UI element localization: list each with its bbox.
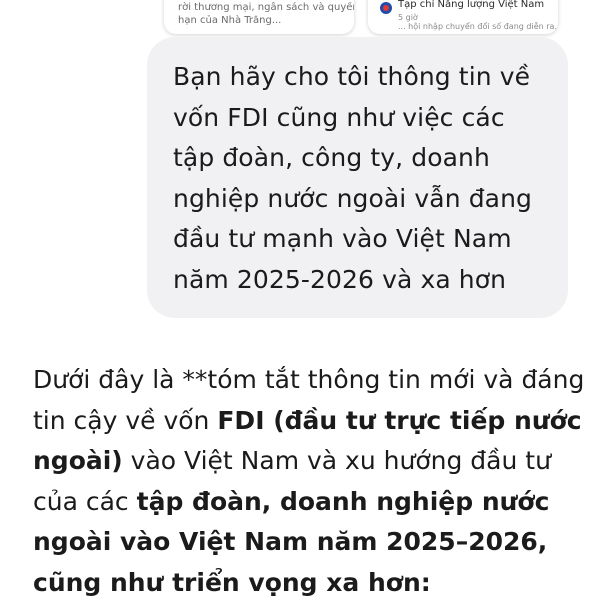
assistant-message: Dưới đây là **tóm tắt thông tin mới và đ… [33,360,593,603]
source-card-time: 5 giờ [398,13,418,22]
user-message-bubble[interactable]: Bạn hãy cho tôi thông tin về vốn FDI cũn… [147,37,568,318]
source-card-left[interactable]: rời thương mại, ngân sách và quyền hạn c… [164,0,354,34]
source-card-snippet: ... hội nhập chuyển đổi số đang diễn ra.… [398,22,558,31]
source-card-snippet-line: rời thương mại, ngân sách và quyền [178,2,354,13]
source-card-right[interactable]: Tạp chí Năng lượng Việt Nam 5 giờ ... hộ… [368,0,558,34]
source-card-publisher: Tạp chí Năng lượng Việt Nam [398,0,545,10]
source-card-snippet-line: hạn của Nhà Trắng... [178,15,282,26]
user-message-text: Bạn hãy cho tôi thông tin về vốn FDI cũn… [173,62,533,294]
publisher-logo-icon [380,2,392,14]
